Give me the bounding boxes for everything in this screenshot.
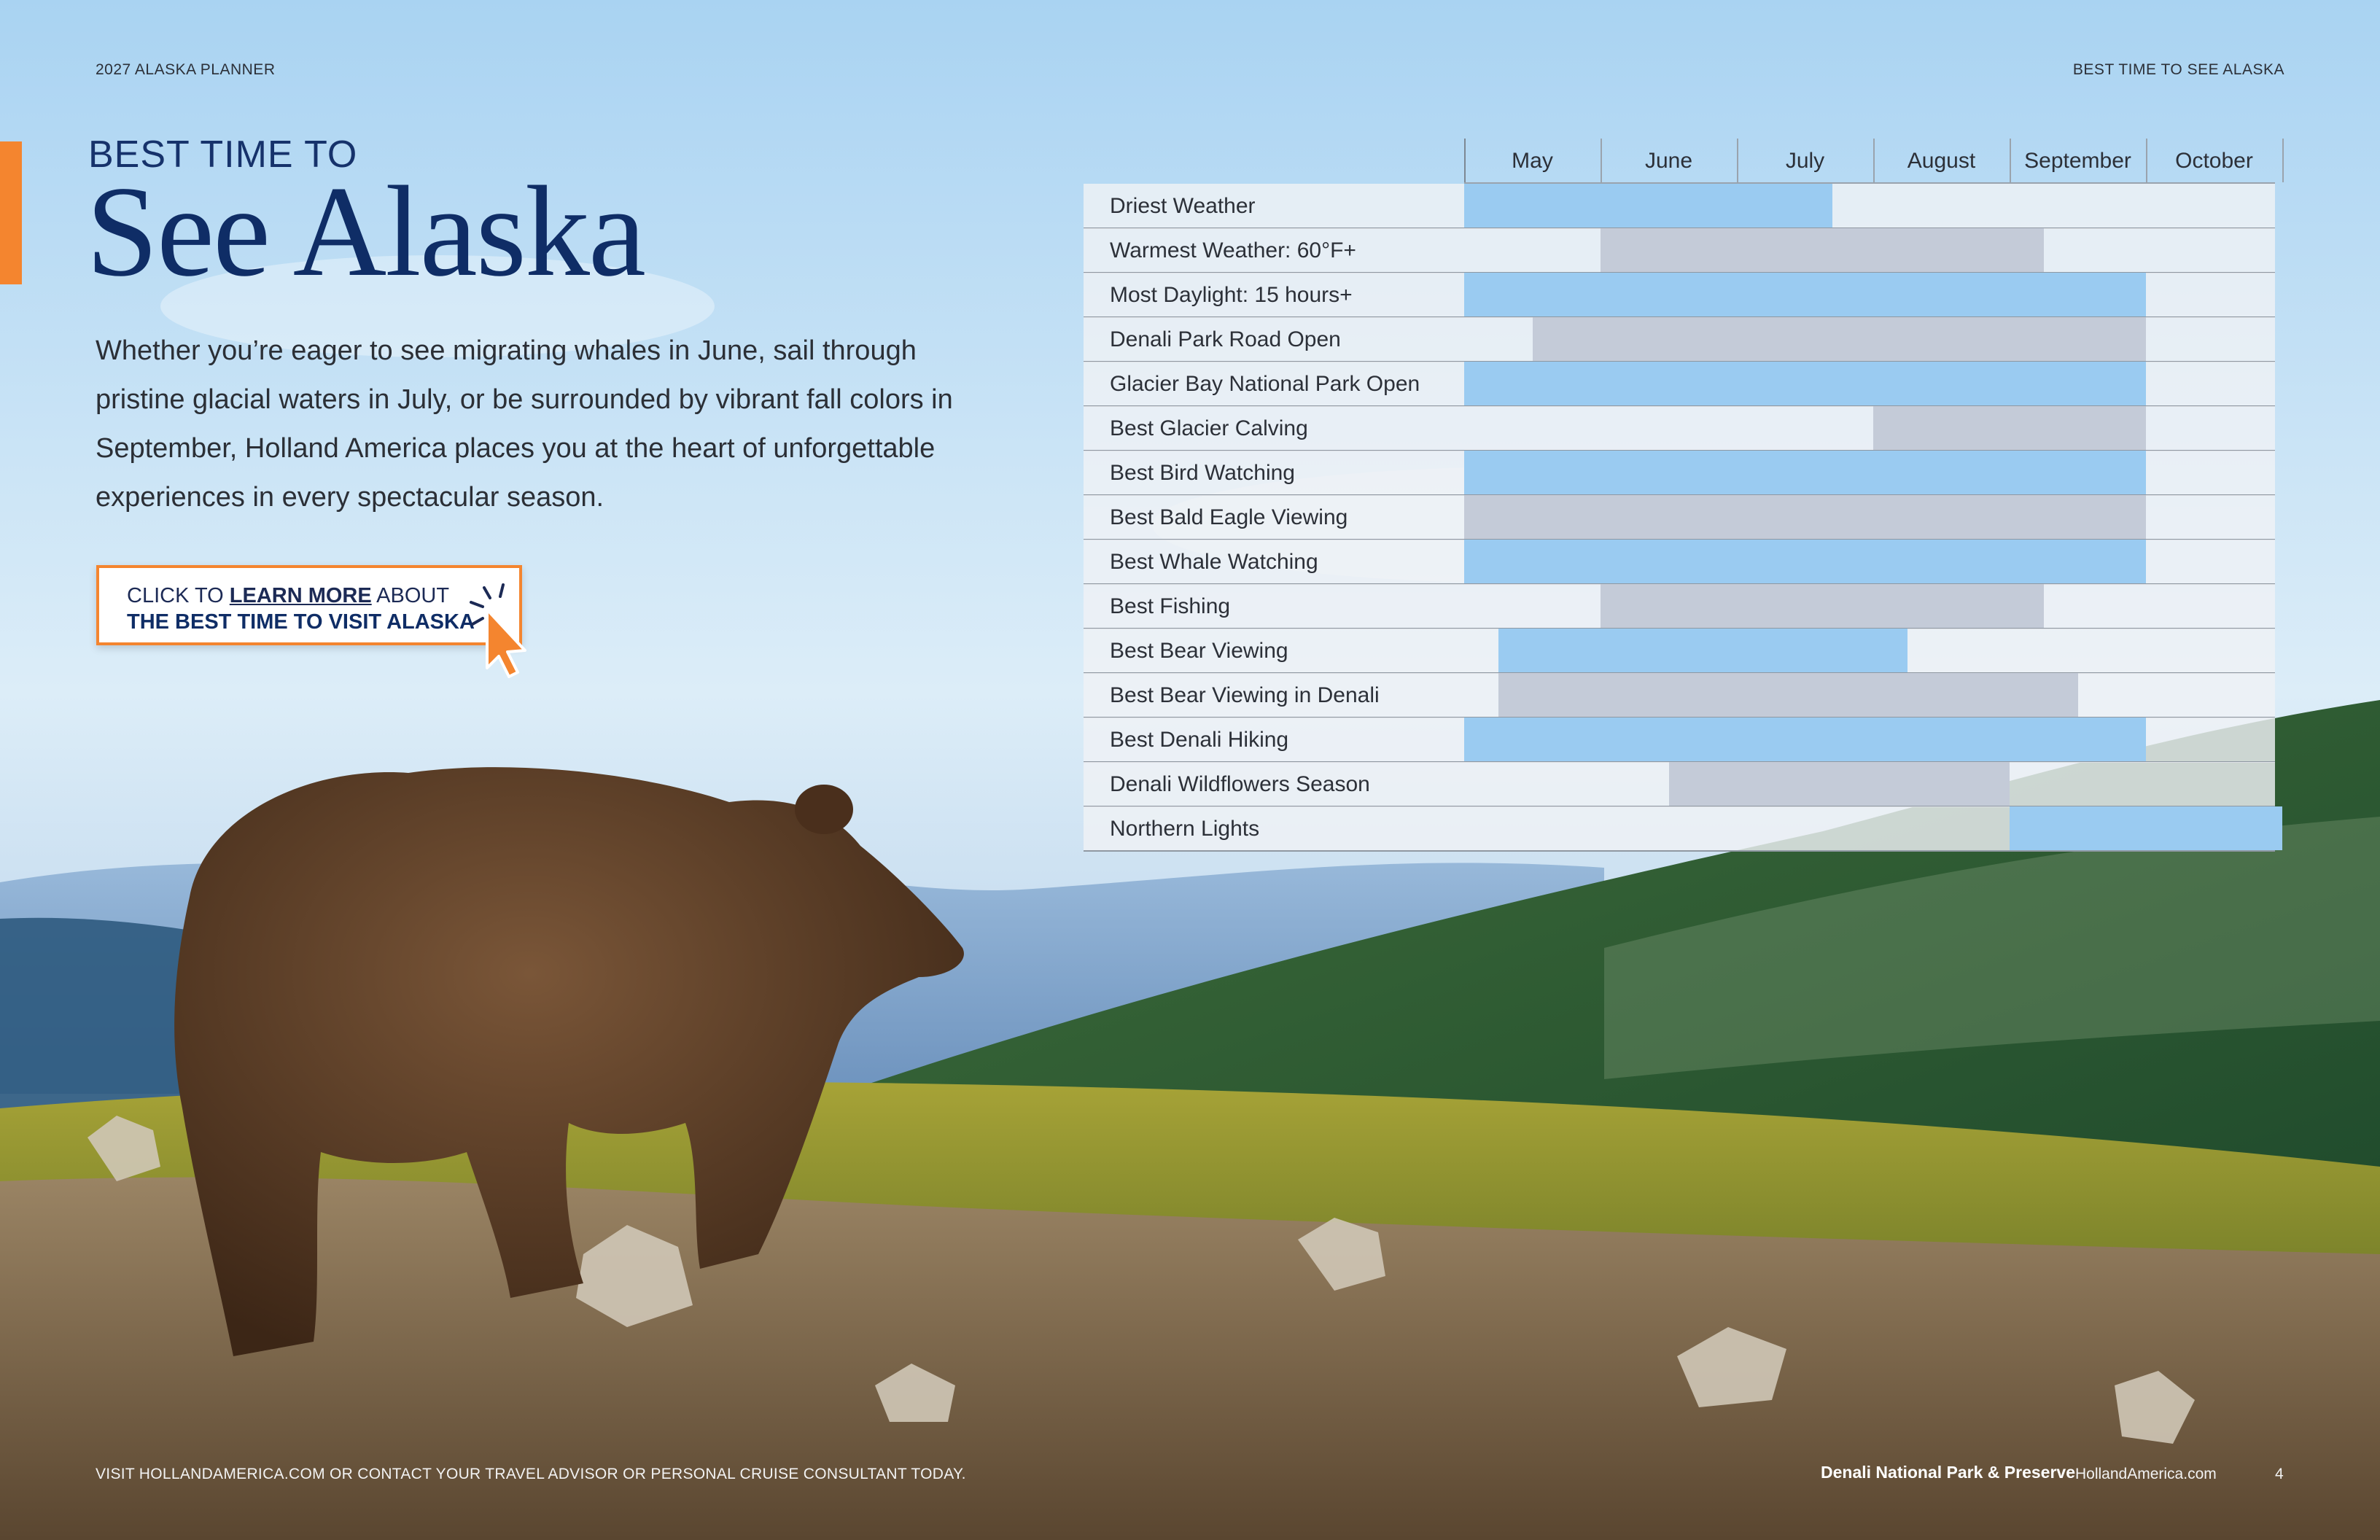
- month-label: August: [1907, 149, 1976, 173]
- table-row: Best Bald Eagle Viewing: [1084, 495, 2275, 540]
- table-row: Best Glacier Calving: [1084, 406, 2275, 451]
- row-label: Denali Park Road Open: [1110, 327, 1341, 351]
- season-bar: [2010, 806, 2282, 850]
- planner-label: 2027 ALASKA PLANNER: [96, 61, 276, 78]
- season-bar: [1464, 540, 2146, 583]
- season-bar: [1668, 762, 2010, 806]
- table-row: Best Whale Watching: [1084, 540, 2275, 585]
- row-label: Northern Lights: [1110, 817, 1260, 841]
- month-label: May: [1512, 149, 1553, 173]
- table-row: Best Fishing: [1084, 584, 2275, 629]
- table-row: Driest Weather: [1084, 184, 2275, 229]
- accent-bar: [0, 141, 22, 284]
- season-bar: [1498, 629, 1908, 672]
- table-row: Denali Wildflowers Season: [1084, 762, 2275, 807]
- month-label: June: [1644, 149, 1693, 173]
- month-divider: [2282, 139, 2284, 182]
- row-label: Driest Weather: [1110, 194, 1256, 218]
- learn-more-link[interactable]: LEARN MORE: [230, 584, 372, 607]
- row-label: Most Daylight: 15 hours+: [1110, 283, 1353, 307]
- month-label: October: [2175, 149, 2253, 173]
- season-bar: [1464, 362, 2146, 405]
- row-label: Warmest Weather: 60°F+: [1110, 238, 1356, 262]
- row-label: Best Bird Watching: [1110, 461, 1295, 485]
- season-bar: [1532, 317, 2146, 361]
- season-bar: [1464, 451, 2146, 494]
- photo-caption: Denali National Park & Preserve: [1821, 1463, 2075, 1482]
- table-row: Warmest Weather: 60°F+: [1084, 228, 2275, 273]
- month-label: September: [2024, 149, 2131, 173]
- table-row: Best Bear Viewing in Denali: [1084, 673, 2275, 718]
- footer-website[interactable]: HollandAmerica.com: [2075, 1466, 2217, 1483]
- season-bar: [1464, 718, 2146, 761]
- table-row: Best Bird Watching: [1084, 451, 2275, 496]
- cta-line-2: THE BEST TIME TO VISIT ALASKA: [127, 610, 475, 634]
- season-bar: [1464, 184, 1832, 228]
- footer-cta-text: VISIT HOLLANDAMERICA.COM OR CONTACT YOUR…: [96, 1466, 966, 1482]
- cta-line-1: CLICK TO LEARN MORE ABOUT: [127, 584, 449, 608]
- month-label: July: [1785, 149, 1825, 173]
- season-bar: [1464, 273, 2146, 316]
- row-label: Best Fishing: [1110, 594, 1231, 618]
- cta-prefix: CLICK TO: [127, 584, 230, 607]
- table-row: Denali Park Road Open: [1084, 317, 2275, 362]
- row-label: Denali Wildflowers Season: [1110, 772, 1370, 796]
- table-row: Glacier Bay National Park Open: [1084, 362, 2275, 407]
- row-label: Best Bear Viewing: [1110, 639, 1288, 663]
- learn-more-button[interactable]: CLICK TO LEARN MORE ABOUT THE BEST TIME …: [96, 565, 522, 645]
- page-number: 4: [2275, 1466, 2284, 1482]
- season-bar: [1601, 584, 2044, 628]
- click-cursor-icon: [470, 583, 526, 678]
- season-bar: [1498, 673, 2078, 717]
- table-row: Most Daylight: 15 hours+: [1084, 273, 2275, 318]
- row-label: Best Bear Viewing in Denali: [1110, 683, 1380, 707]
- section-label: BEST TIME TO SEE ALASKA: [2072, 61, 2284, 78]
- table-row: Best Bear Viewing: [1084, 629, 2275, 674]
- cta-suffix: ABOUT: [371, 584, 450, 607]
- page-title: See Alaska: [86, 159, 646, 303]
- table-row: Northern Lights: [1084, 806, 2282, 852]
- row-label: Best Glacier Calving: [1110, 416, 1308, 440]
- row-label: Best Bald Eagle Viewing: [1110, 505, 1348, 529]
- row-label: Best Whale Watching: [1110, 550, 1318, 574]
- row-label: Glacier Bay National Park Open: [1110, 372, 1420, 396]
- season-bar: [1873, 406, 2146, 450]
- intro-paragraph: Whether you’re eager to see migrating wh…: [96, 335, 953, 513]
- season-bar: [1601, 228, 2044, 272]
- season-bar: [1464, 495, 2146, 539]
- row-label: Best Denali Hiking: [1110, 728, 1289, 752]
- table-row: Best Denali Hiking: [1084, 718, 2275, 763]
